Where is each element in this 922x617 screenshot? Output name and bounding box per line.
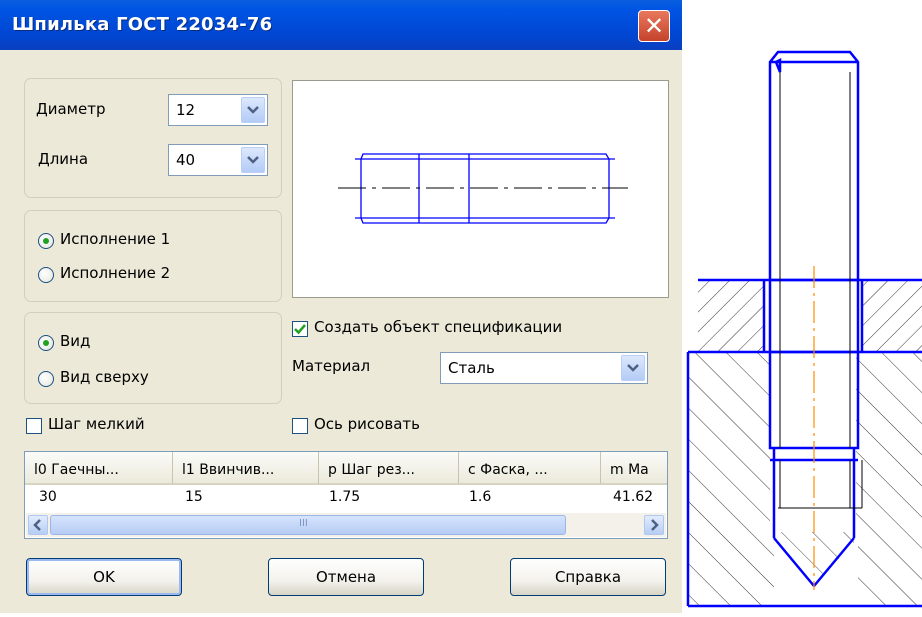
- scroll-thumb[interactable]: III: [50, 515, 566, 535]
- dialog-title: Шпилька ГОСТ 22034-76: [12, 14, 273, 35]
- create-spec-checkbox[interactable]: [292, 321, 308, 337]
- close-button[interactable]: ✕: [638, 10, 670, 42]
- diameter-label: Диаметр: [36, 100, 106, 118]
- material-select[interactable]: Сталь: [440, 352, 648, 384]
- stud-assembly-drawing: [682, 0, 922, 613]
- draw-axis-checkbox[interactable]: [292, 418, 308, 434]
- stud-preview: [292, 80, 669, 298]
- drawing-canvas: [686, 50, 922, 608]
- diameter-select[interactable]: 12: [168, 94, 268, 126]
- material-value: Сталь: [448, 359, 495, 377]
- table-header-cell[interactable]: m Ма: [601, 452, 667, 485]
- table-cell[interactable]: 41.62: [613, 489, 653, 505]
- table-cell[interactable]: 15: [185, 489, 203, 505]
- cancel-button[interactable]: Отмена: [268, 558, 424, 596]
- view-group: [24, 312, 282, 404]
- length-label: Длина: [38, 150, 89, 168]
- scroll-grip: III: [299, 518, 308, 529]
- execution-1-radio[interactable]: [38, 233, 54, 249]
- execution-2-label[interactable]: Исполнение 2: [60, 264, 170, 282]
- view-top-label[interactable]: Вид сверху: [60, 368, 149, 386]
- view-top-radio[interactable]: [38, 371, 54, 387]
- table-header-cell[interactable]: p Шаг рез...: [319, 452, 459, 485]
- material-label: Материал: [292, 357, 371, 375]
- help-button[interactable]: Справка: [510, 558, 666, 596]
- fine-pitch-label[interactable]: Шаг мелкий: [48, 415, 145, 433]
- scroll-left-icon: [33, 519, 41, 531]
- table-cell[interactable]: 30: [39, 489, 57, 505]
- draw-axis-label[interactable]: Ось рисовать: [314, 415, 420, 433]
- view-radio[interactable]: [38, 335, 54, 351]
- chevron-down-icon: [247, 106, 259, 114]
- parameters-table[interactable]: l0 Гаечны... l1 Ввинчив... p Шаг рез... …: [24, 451, 668, 539]
- scroll-right-button[interactable]: [644, 515, 664, 535]
- diameter-value: 12: [176, 101, 196, 119]
- horizontal-scrollbar[interactable]: III: [26, 513, 666, 537]
- close-icon: ✕: [643, 12, 665, 40]
- view-label[interactable]: Вид: [60, 332, 90, 350]
- execution-2-radio[interactable]: [38, 267, 54, 283]
- material-dropdown-button[interactable]: [621, 355, 645, 381]
- table-cell[interactable]: 1.6: [469, 489, 491, 505]
- table-cell[interactable]: 1.75: [329, 489, 360, 505]
- create-spec-label[interactable]: Создать объект спецификации: [314, 318, 562, 336]
- fine-pitch-checkbox[interactable]: [26, 418, 42, 434]
- scroll-left-button[interactable]: [28, 515, 48, 535]
- chevron-down-icon: [247, 156, 259, 164]
- checkmark-icon: [294, 324, 306, 335]
- length-dropdown-button[interactable]: [241, 147, 265, 173]
- scroll-right-icon: [651, 519, 659, 531]
- ok-button[interactable]: OK: [26, 558, 182, 596]
- title-bar[interactable]: Шпилька ГОСТ 22034-76 ✕: [0, 0, 682, 50]
- execution-group: [24, 210, 282, 302]
- table-header-cell[interactable]: c Фаска, ...: [459, 452, 601, 485]
- table-header-cell[interactable]: l1 Ввинчив...: [173, 452, 319, 485]
- execution-1-label[interactable]: Исполнение 1: [60, 230, 170, 248]
- table-header-cell[interactable]: l0 Гаечны...: [25, 452, 173, 485]
- stud-dialog: Шпилька ГОСТ 22034-76 ✕ Диаметр 12 Длина…: [0, 0, 682, 613]
- chevron-down-icon: [627, 364, 639, 372]
- stud-preview-drawing: [338, 153, 628, 224]
- length-select[interactable]: 40: [168, 144, 268, 176]
- diameter-dropdown-button[interactable]: [241, 97, 265, 123]
- length-value: 40: [176, 151, 196, 169]
